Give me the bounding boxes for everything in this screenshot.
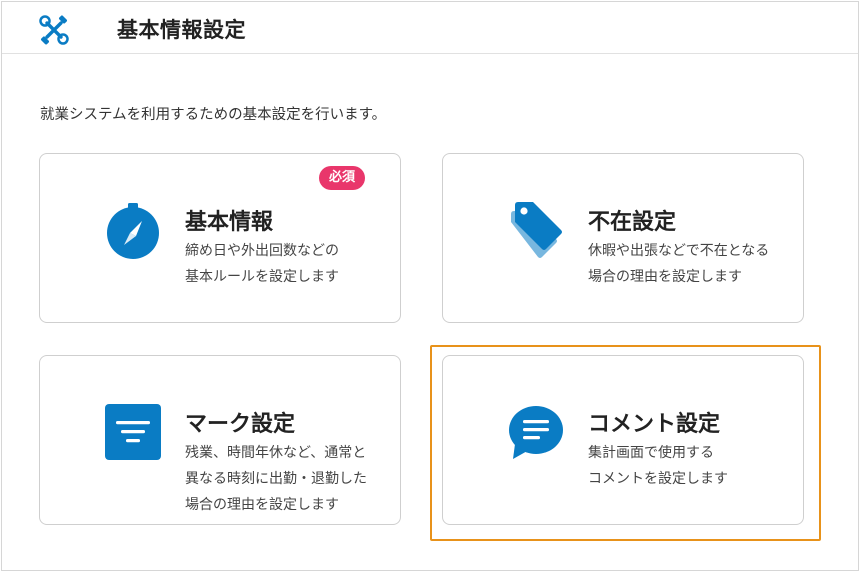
- required-badge: 必須: [318, 166, 365, 190]
- tags-icon: [511, 202, 562, 258]
- page-frame: 基本情報設定 就業システムを利用するための基本設定を行います。 基本情報 締め日…: [1, 1, 859, 571]
- card-description-line: 休暇や出張などで不在となる: [588, 243, 770, 259]
- card-description: 締め日や外出回数などの 基本ルールを設定します: [185, 238, 339, 290]
- card-description-line: 場合の理由を設定します: [588, 269, 742, 285]
- card-description-line: 場合の理由を設定します: [185, 497, 339, 513]
- card-description-line: 締め日や外出回数などの: [185, 243, 339, 259]
- card-description-line: 基本ルールを設定します: [185, 269, 339, 285]
- card-mark-settings[interactable]: マーク設定 残業、時間年休など、通常と 異なる時刻に出勤・退勤した 場合の理由を…: [39, 355, 401, 525]
- compass-icon: [107, 203, 159, 259]
- card-description-line: 異なる時刻に出勤・退勤した: [185, 471, 367, 487]
- card-description: 休暇や出張などで不在となる 場合の理由を設定します: [588, 238, 769, 290]
- intro-text: 就業システムを利用するための基本設定を行います。: [40, 107, 387, 123]
- tools-icon: [39, 15, 69, 45]
- card-description-line: 残業、時間年休など、通常と: [185, 445, 367, 461]
- card-description: 残業、時間年休など、通常と 異なる時刻に出勤・退勤した 場合の理由を設定します: [185, 440, 367, 518]
- filter-icon: [105, 404, 161, 460]
- page-title: 基本情報設定: [117, 18, 246, 42]
- page-header: 基本情報設定: [2, 2, 858, 54]
- card-basic-info[interactable]: 基本情報 締め日や外出回数などの 基本ルールを設定します 必須: [39, 153, 401, 323]
- card-absence-settings[interactable]: 不在設定 休暇や出張などで不在となる 場合の理由を設定します: [442, 153, 804, 323]
- highlight-frame: [430, 345, 821, 541]
- card-title: 不在設定: [588, 210, 677, 235]
- card-title: マーク設定: [185, 412, 296, 437]
- card-title: 基本情報: [185, 210, 274, 235]
